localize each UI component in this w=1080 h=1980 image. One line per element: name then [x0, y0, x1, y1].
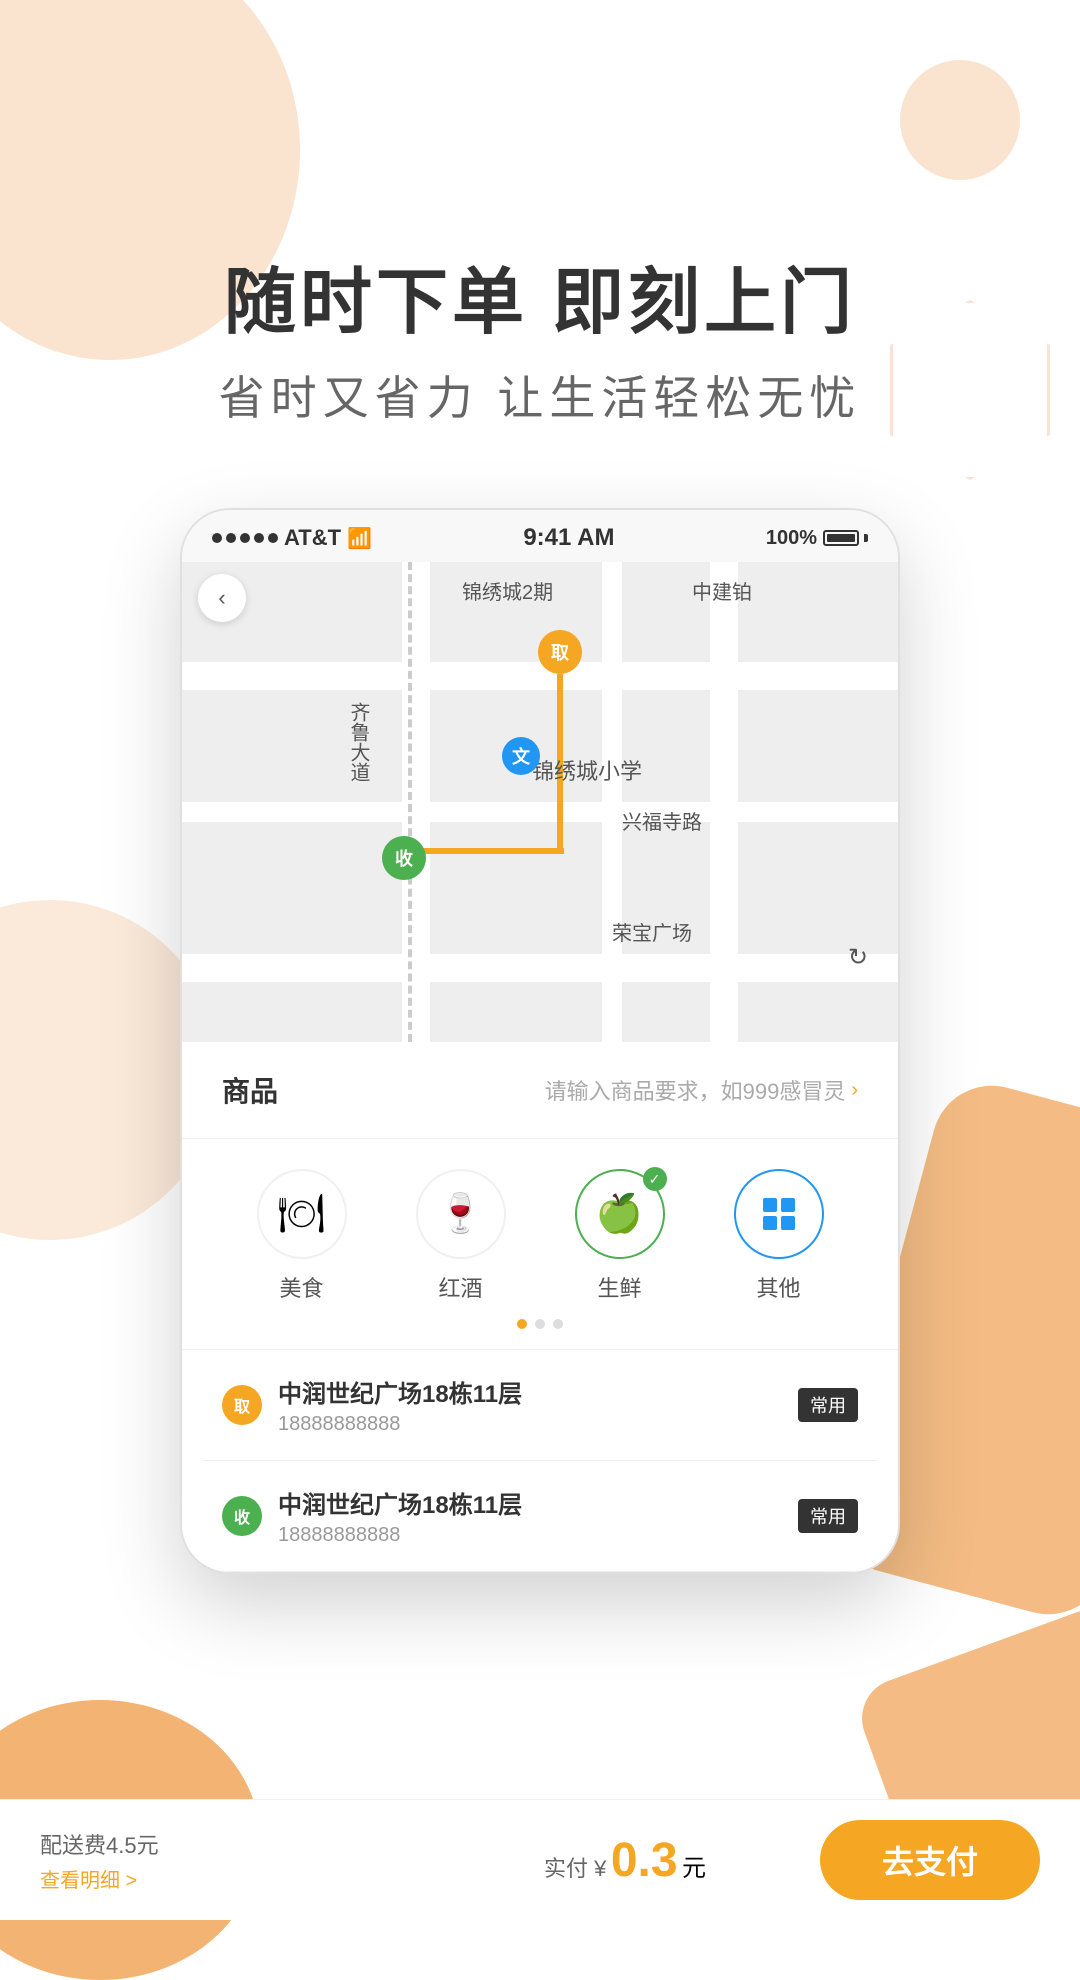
pickup-phone: 18888888888 — [278, 1413, 782, 1436]
category-fresh-label: 生鲜 — [597, 1271, 641, 1303]
route-line-horizontal — [402, 848, 564, 854]
category-section: 🍽 美食 🍷 红酒 🍏 ✓ — [182, 1139, 898, 1350]
category-fresh-icon-wrap: 🍏 ✓ — [575, 1169, 665, 1259]
pickup-address-row[interactable]: 取 中润世纪广场18栋11层 18888888888 常用 — [202, 1350, 878, 1461]
category-grid: 🍽 美食 🍷 红酒 🍏 ✓ — [222, 1169, 858, 1303]
delivery-info: 配送费4.5元 查看明细 > — [40, 1828, 430, 1893]
pickup-tag: 常用 — [798, 1388, 858, 1422]
product-hint: 请输入商品要求，如999感冒灵 › — [545, 1074, 858, 1106]
battery-tip — [864, 534, 868, 542]
deliver-address-row[interactable]: 收 中润世纪广场18栋11层 18888888888 常用 — [202, 1461, 878, 1572]
deliver-address-name: 中润世纪广场18栋11层 — [278, 1485, 782, 1520]
category-food-icon-wrap: 🍽 — [257, 1169, 347, 1259]
deliver-info: 中润世纪广场18栋11层 18888888888 — [278, 1485, 782, 1547]
bottom-bar: 配送费4.5元 查看明细 > 实付 ¥ 0.3 元 去支付 — [0, 1799, 1080, 1920]
phone-mockup: AT&T 📶 9:41 AM 100% — [180, 508, 900, 1574]
status-left: AT&T 📶 — [212, 525, 372, 551]
wifi-icon: 📶 — [347, 526, 372, 551]
signal-dot-3 — [240, 533, 250, 543]
signal-dot-4 — [254, 533, 264, 543]
dot-inactive-2 — [553, 1319, 563, 1329]
pickup-marker: 取 — [222, 1385, 262, 1425]
map-label-qilu: 齐鲁大道 — [342, 702, 374, 782]
product-hint-arrow: › — [851, 1079, 858, 1102]
fresh-check-icon: ✓ — [643, 1167, 667, 1191]
category-food[interactable]: 🍽 美食 — [257, 1169, 347, 1303]
map-label-jinxiu2: 锦绣城2期 — [462, 576, 553, 605]
signal-dot-5 — [268, 533, 278, 543]
status-right: 100% — [766, 527, 868, 550]
road-vertical-2 — [602, 562, 622, 1042]
signal-dot-1 — [212, 533, 222, 543]
status-bar: AT&T 📶 9:41 AM 100% — [182, 510, 898, 562]
carrier-label: AT&T — [284, 525, 341, 551]
deliver-marker: 收 — [222, 1496, 262, 1536]
map-label-xingfu: 兴福寺路 — [622, 806, 702, 835]
map-label-zhongjian: 中建铂 — [692, 576, 752, 605]
road-horizontal-3 — [182, 954, 898, 982]
hero-title: 随时下单 即刻上门 — [219, 260, 862, 346]
signal-dots — [212, 533, 278, 543]
product-label: 商品 — [222, 1070, 278, 1110]
bottom-panel: 商品 请输入商品要求，如999感冒灵 › 🍽 美食 — [182, 1042, 898, 1572]
fresh-icon: 🍏 — [596, 1192, 643, 1236]
main-content: 随时下单 即刻上门 省时又省力 让生活轻松无忧 AT&T 📶 9:41 AM 1… — [0, 0, 1080, 1574]
dot-active — [517, 1319, 527, 1329]
category-other-icon-wrap — [734, 1169, 824, 1259]
battery-fill — [827, 534, 855, 542]
pickup-info: 中润世纪广场18栋11层 18888888888 — [278, 1374, 782, 1436]
map-area: 锦绣城2期 中建铂 齐鲁大道 锦绣城小学 兴福寺路 荣宝广场 取 收 文 ‹ ↻ — [182, 562, 898, 1042]
refresh-button[interactable]: ↻ — [848, 943, 868, 972]
product-row[interactable]: 商品 请输入商品要求，如999感冒灵 › — [182, 1042, 898, 1139]
delivery-fee-label: 配送费4.5元 — [40, 1828, 430, 1860]
price-amount: 0.3 — [611, 1834, 678, 1887]
category-other[interactable]: 其他 — [734, 1169, 824, 1303]
dot-indicator — [222, 1319, 858, 1329]
road-dashed — [408, 562, 412, 1042]
category-wine-icon-wrap: 🍷 — [416, 1169, 506, 1259]
food-icon: 🍽 — [277, 1192, 325, 1236]
road-vertical-3 — [710, 562, 738, 1042]
hero-section: 随时下单 即刻上门 省时又省力 让生活轻松无忧 — [159, 260, 922, 428]
battery-percent: 100% — [766, 527, 817, 550]
category-fresh[interactable]: 🍏 ✓ 生鲜 — [575, 1169, 665, 1303]
other-icon — [759, 1194, 799, 1234]
battery-bar — [823, 530, 859, 546]
category-wine[interactable]: 🍷 红酒 — [416, 1169, 506, 1303]
hero-subtitle: 省时又省力 让生活轻松无忧 — [219, 362, 862, 428]
road-vertical-1 — [402, 562, 430, 1042]
price-section: 实付 ¥ 0.3 元 — [430, 1833, 820, 1888]
address-section: 取 中润世纪广场18栋11层 18888888888 常用 收 中润世纪广场18… — [182, 1350, 898, 1572]
road-horizontal-2 — [182, 802, 898, 822]
deliver-tag: 常用 — [798, 1499, 858, 1533]
map-label-rongbao: 荣宝广场 — [612, 917, 692, 946]
road-horizontal-1 — [182, 662, 898, 690]
wine-icon: 🍷 — [437, 1192, 484, 1236]
delivery-detail-link[interactable]: 查看明细 > — [40, 1864, 430, 1893]
pickup-address-name: 中润世纪广场18栋11层 — [278, 1374, 782, 1409]
signal-dot-2 — [226, 533, 236, 543]
price-label: 实付 ¥ — [544, 1856, 606, 1881]
dot-inactive-1 — [535, 1319, 545, 1329]
category-other-label: 其他 — [756, 1271, 800, 1303]
battery-indicator — [823, 530, 868, 546]
price-unit: 元 — [682, 1855, 706, 1882]
category-food-label: 美食 — [279, 1271, 323, 1303]
category-wine-label: 红酒 — [438, 1271, 482, 1303]
deliver-phone: 18888888888 — [278, 1524, 782, 1547]
map-label-school: 锦绣城小学 — [532, 754, 642, 786]
status-time: 9:41 AM — [523, 524, 614, 552]
pay-button[interactable]: 去支付 — [820, 1820, 1040, 1900]
